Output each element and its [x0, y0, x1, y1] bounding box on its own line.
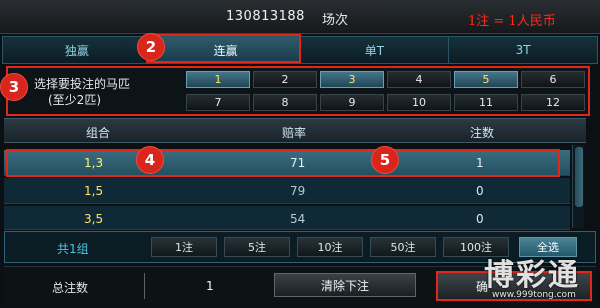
amount-button-50[interactable]: 50注 — [370, 237, 436, 257]
horse-button-11[interactable]: 11 — [454, 94, 518, 111]
header-bar: 130813188 场次 1注 = 1人民币 — [0, 0, 600, 34]
bottom-bar: 总注数 1 清除下注 确 — [4, 266, 596, 304]
combo-cell: 1,3 — [84, 156, 104, 170]
bet-amount-bar: 共1组 1注 5注 10注 50注 100注 全选 — [4, 231, 596, 263]
selector-label-line1: 选择要投注的马匹 — [34, 77, 131, 91]
horse-button-1[interactable]: 1 — [186, 71, 250, 88]
tab-quinella[interactable]: 连赢 — [151, 37, 301, 63]
horse-selector: 选择要投注的马匹 (至少2匹) 1 2 3 4 5 6 7 8 9 10 11 … — [6, 66, 590, 116]
total-bets-value: 1 — [206, 279, 214, 293]
race-id: 130813188 — [226, 9, 305, 24]
tab-3t[interactable]: 3T — [449, 37, 597, 63]
odds-cell: 54 — [290, 212, 306, 226]
annotation-badge-3: 3 — [0, 73, 28, 101]
horse-button-10[interactable]: 10 — [387, 94, 451, 111]
select-all-button[interactable]: 全选 — [519, 237, 577, 257]
selector-label: 选择要投注的马匹 (至少2匹) — [34, 76, 130, 108]
group-count: 共1组 — [57, 242, 89, 256]
amount-button-10[interactable]: 10注 — [297, 237, 363, 257]
scrollbar-thumb[interactable] — [575, 147, 583, 207]
amount-button-5[interactable]: 5注 — [224, 237, 290, 257]
horse-button-9[interactable]: 9 — [320, 94, 384, 111]
table-scrollbar[interactable] — [572, 145, 584, 228]
annotation-badge-5: 5 — [371, 146, 399, 174]
bets-cell: 0 — [476, 212, 484, 226]
horse-button-5[interactable]: 5 — [454, 71, 518, 88]
total-bets-label: 总注数 — [52, 281, 89, 295]
horse-button-3[interactable]: 3 — [320, 71, 384, 88]
bet-type-tabs: 独赢 连赢 单T 3T — [2, 36, 598, 64]
amount-button-1[interactable]: 1注 — [151, 237, 217, 257]
table-row[interactable]: 3,5 54 0 — [4, 206, 570, 230]
column-header-combo: 组合 — [86, 126, 111, 140]
price-note: 1注 = 1人民币 — [468, 14, 556, 29]
combo-cell: 3,5 — [84, 212, 104, 226]
annotation-badge-2: 2 — [137, 33, 165, 61]
column-header-bets: 注数 — [470, 126, 495, 140]
odds-cell: 71 — [290, 156, 306, 170]
combo-cell: 1,5 — [84, 184, 104, 198]
table-row[interactable]: 1,5 79 0 — [4, 178, 570, 204]
clear-bets-button[interactable]: 清除下注 — [274, 273, 416, 297]
horse-button-4[interactable]: 4 — [387, 71, 451, 88]
annotation-badge-4: 4 — [136, 146, 164, 174]
horse-button-2[interactable]: 2 — [253, 71, 317, 88]
selector-label-line2: (至少2匹) — [48, 93, 101, 107]
odds-cell: 79 — [290, 184, 306, 198]
horse-button-12[interactable]: 12 — [521, 94, 585, 111]
tab-win[interactable]: 独赢 — [3, 37, 152, 63]
horse-button-8[interactable]: 8 — [253, 94, 317, 111]
bets-cell: 1 — [476, 156, 484, 170]
confirm-button[interactable]: 确 — [436, 271, 592, 301]
race-label: 场次 — [322, 13, 349, 28]
bets-cell: 0 — [476, 184, 484, 198]
amount-button-100[interactable]: 100注 — [443, 237, 509, 257]
horse-button-6[interactable]: 6 — [521, 71, 585, 88]
horse-button-7[interactable]: 7 — [186, 94, 250, 111]
table-row[interactable]: 1,3 71 1 — [4, 150, 570, 176]
divider — [144, 273, 145, 299]
column-header-odds: 赔率 — [282, 126, 307, 140]
tab-single-t[interactable]: 单T — [300, 37, 450, 63]
table-header: 组合 赔率 注数 — [4, 118, 586, 143]
